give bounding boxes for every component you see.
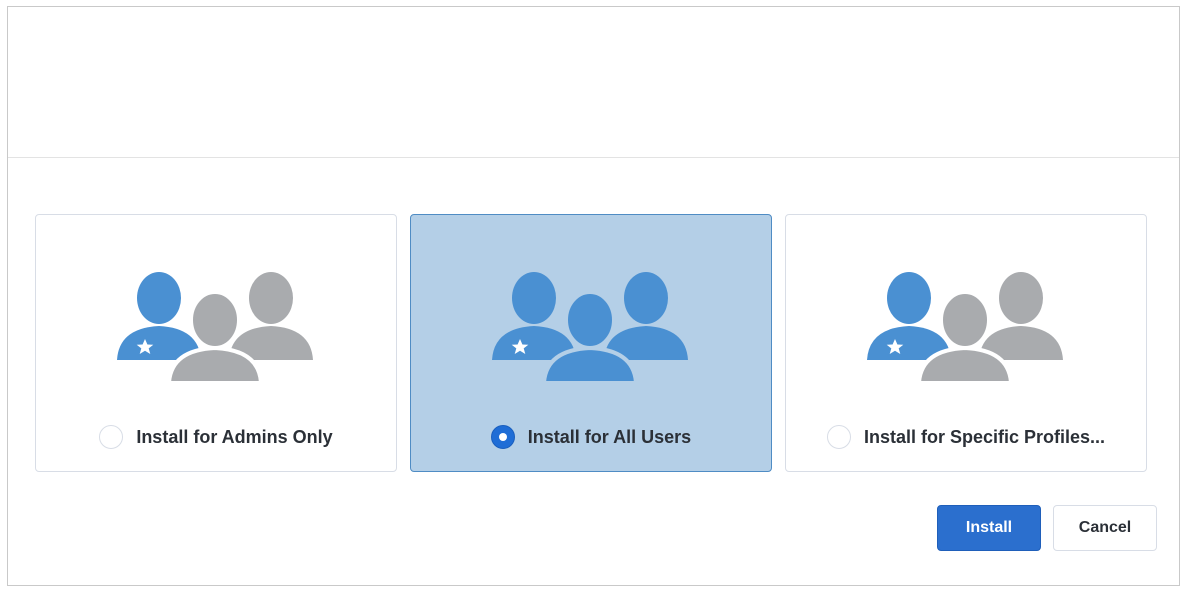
radio-admins-only[interactable] (99, 425, 124, 449)
users-all-highlighted-icon (486, 270, 696, 385)
install-button[interactable]: Install (937, 505, 1041, 551)
dialog-header-area (8, 7, 1179, 158)
radio-all-users[interactable] (490, 425, 515, 449)
users-admin-highlighted-icon (861, 270, 1071, 385)
option-card-specific-profiles[interactable]: Install for Specific Profiles... (785, 214, 1147, 472)
option-card-admins-only[interactable]: Install for Admins Only (35, 214, 397, 472)
option-card-all-users[interactable]: Install for All Users (410, 214, 772, 472)
option-row-specific-profiles[interactable]: Install for Specific Profiles... (786, 422, 1146, 452)
option-row-admins-only[interactable]: Install for Admins Only (36, 422, 396, 452)
option-label-admins-only: Install for Admins Only (136, 426, 333, 447)
install-dialog: Install for Admins Only Install for All … (7, 6, 1180, 586)
option-label-specific-profiles: Install for Specific Profiles... (863, 426, 1106, 447)
option-row-all-users[interactable]: Install for All Users (411, 422, 771, 452)
radio-specific-profiles[interactable] (826, 425, 851, 449)
cancel-button[interactable]: Cancel (1053, 505, 1157, 551)
option-label-all-users: Install for All Users (527, 426, 692, 447)
users-admin-highlighted-icon (111, 270, 321, 385)
